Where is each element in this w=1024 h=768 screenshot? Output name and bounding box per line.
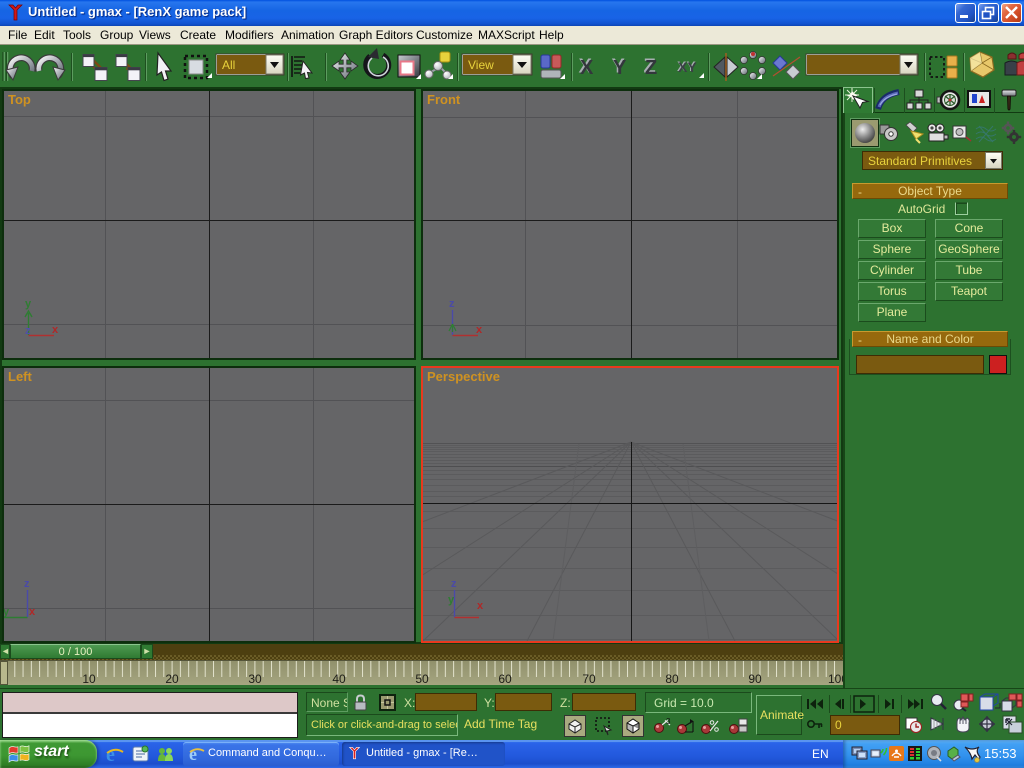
svg-text:x: x xyxy=(477,600,484,612)
svg-text:30: 30 xyxy=(248,672,262,685)
svg-text:All: All xyxy=(222,58,235,72)
svg-text:x: x xyxy=(29,606,36,618)
svg-text:z: z xyxy=(25,325,31,337)
svg-text:100: 100 xyxy=(828,672,843,685)
svg-text:10: 10 xyxy=(82,672,96,685)
svg-text:Z: Z xyxy=(645,57,657,79)
svg-text:z: z xyxy=(24,578,30,590)
svg-text:80: 80 xyxy=(665,672,679,685)
svg-text:70: 70 xyxy=(582,672,596,685)
svg-text:y: y xyxy=(448,594,455,606)
svg-text:e: e xyxy=(189,744,197,762)
svg-text:View: View xyxy=(468,58,494,72)
svg-text:x: x xyxy=(52,324,59,336)
svg-text:XY: XY xyxy=(678,59,697,75)
svg-text:40: 40 xyxy=(332,672,346,685)
svg-text:50: 50 xyxy=(415,672,429,685)
svg-text:y: y xyxy=(25,298,32,310)
svg-text:3: 3 xyxy=(666,717,671,726)
svg-text:X: X xyxy=(580,57,594,79)
svg-text:90: 90 xyxy=(748,672,762,685)
svg-text:z: z xyxy=(449,298,455,310)
svg-text:60: 60 xyxy=(498,672,512,685)
svg-text:z: z xyxy=(451,578,457,590)
svg-text:y: y xyxy=(4,606,10,618)
svg-text:e: e xyxy=(106,745,115,764)
svg-text:Y: Y xyxy=(613,57,627,79)
svg-text:20: 20 xyxy=(165,672,179,685)
svg-text:x: x xyxy=(476,324,483,336)
